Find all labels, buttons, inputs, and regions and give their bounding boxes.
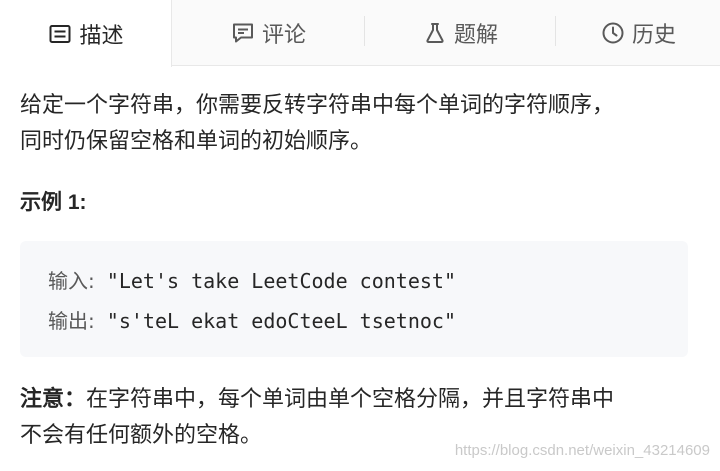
example-output: 输出: "s'teL ekat edoCteeL tsetnoc" bbox=[48, 305, 456, 334]
example-title: 示例 1: bbox=[20, 191, 87, 214]
note-label: 注意： bbox=[20, 387, 87, 412]
clock-icon bbox=[600, 20, 626, 46]
tab-history[interactable]: 历史 bbox=[556, 0, 720, 66]
tab-comments[interactable]: 评论 bbox=[172, 0, 364, 66]
watermark: https://blog.csdn.net/weixin_43214609 bbox=[454, 442, 710, 459]
description-icon bbox=[47, 21, 73, 47]
example-input: 输入: "Let's take LeetCode contest" bbox=[48, 265, 456, 294]
note-line-1: 在字符串中，每个单词由单个空格分隔，并且字符串中 bbox=[86, 387, 615, 412]
problem-description: 给定一个字符串，你需要反转字符串中每个单词的字符顺序， 同时仍保留空格和单词的初… bbox=[20, 88, 700, 160]
tab-solutions[interactable]: 题解 bbox=[365, 0, 555, 66]
tab-description[interactable]: 描述 bbox=[0, 0, 172, 67]
example-code-block: 输入: "Let's take LeetCode contest" 输出: "s… bbox=[20, 241, 688, 357]
tab-label: 评论 bbox=[261, 23, 306, 48]
comment-icon bbox=[230, 20, 256, 46]
tab-label: 描述 bbox=[79, 23, 124, 49]
description-line-2: 同时仍保留空格和单词的初始顺序。 bbox=[20, 129, 373, 154]
tab-label: 题解 bbox=[453, 23, 498, 48]
description-line-1: 给定一个字符串，你需要反转字符串中每个单词的字符顺序， bbox=[20, 93, 615, 118]
tab-bar: 描述 评论 题解 历史 bbox=[0, 0, 720, 67]
output-value: "s'teL ekat edoCteeL tsetnoc" bbox=[94, 309, 456, 333]
output-label: 输出: bbox=[48, 309, 95, 333]
flask-icon bbox=[422, 20, 448, 46]
tab-label: 历史 bbox=[631, 23, 676, 48]
input-value: "Let's take LeetCode contest" bbox=[94, 269, 456, 293]
input-label: 输入: bbox=[48, 269, 95, 293]
